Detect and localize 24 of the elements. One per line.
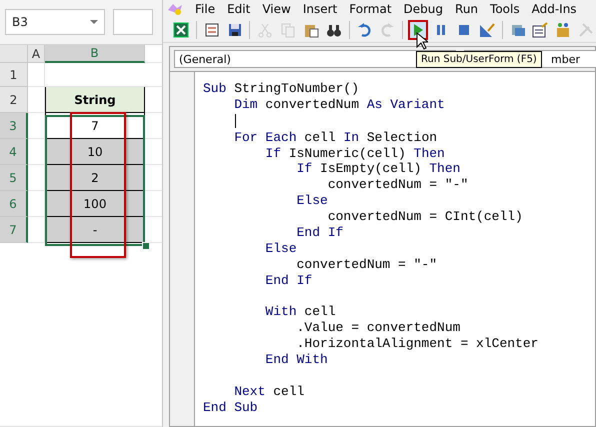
code-line: End With — [264, 352, 329, 368]
code-line: convertedNum = "-" — [326, 177, 470, 194]
code-line: Sub StringToNumber() — [203, 81, 360, 97]
code-line: End If — [296, 225, 344, 241]
code-line: .HorizontalAlignment = xlCenter — [296, 336, 538, 352]
code-line: If IsNumeric(cell) Then — [264, 146, 446, 162]
code-line: End Sub — [203, 400, 259, 416]
code-line: Else — [296, 193, 329, 210]
code-line: .Value = convertedNum — [296, 320, 462, 336]
column-title-cell: String — [45, 87, 145, 113]
code-line: For Each cell In Selection — [233, 130, 438, 146]
code-line: With cell — [264, 304, 337, 320]
code-line: convertedNum = CInt(cell) — [326, 209, 524, 226]
tooltip: Run Sub/UserForm (F5) — [416, 51, 542, 68]
code-line: If IsEmpty(cell) Then — [296, 161, 462, 178]
table-cell: 10 — [45, 139, 145, 165]
code-line: Else — [264, 240, 298, 257]
code-line: Next cell — [233, 384, 306, 400]
code-line: convertedNum = "-" — [296, 256, 438, 273]
table-cell: - — [45, 217, 145, 243]
table-cell: 2 — [45, 165, 145, 191]
code-line: End If — [264, 272, 314, 289]
table-cell: 100 — [45, 191, 145, 217]
code-line: Dim convertedNum As Variant — [233, 96, 446, 113]
